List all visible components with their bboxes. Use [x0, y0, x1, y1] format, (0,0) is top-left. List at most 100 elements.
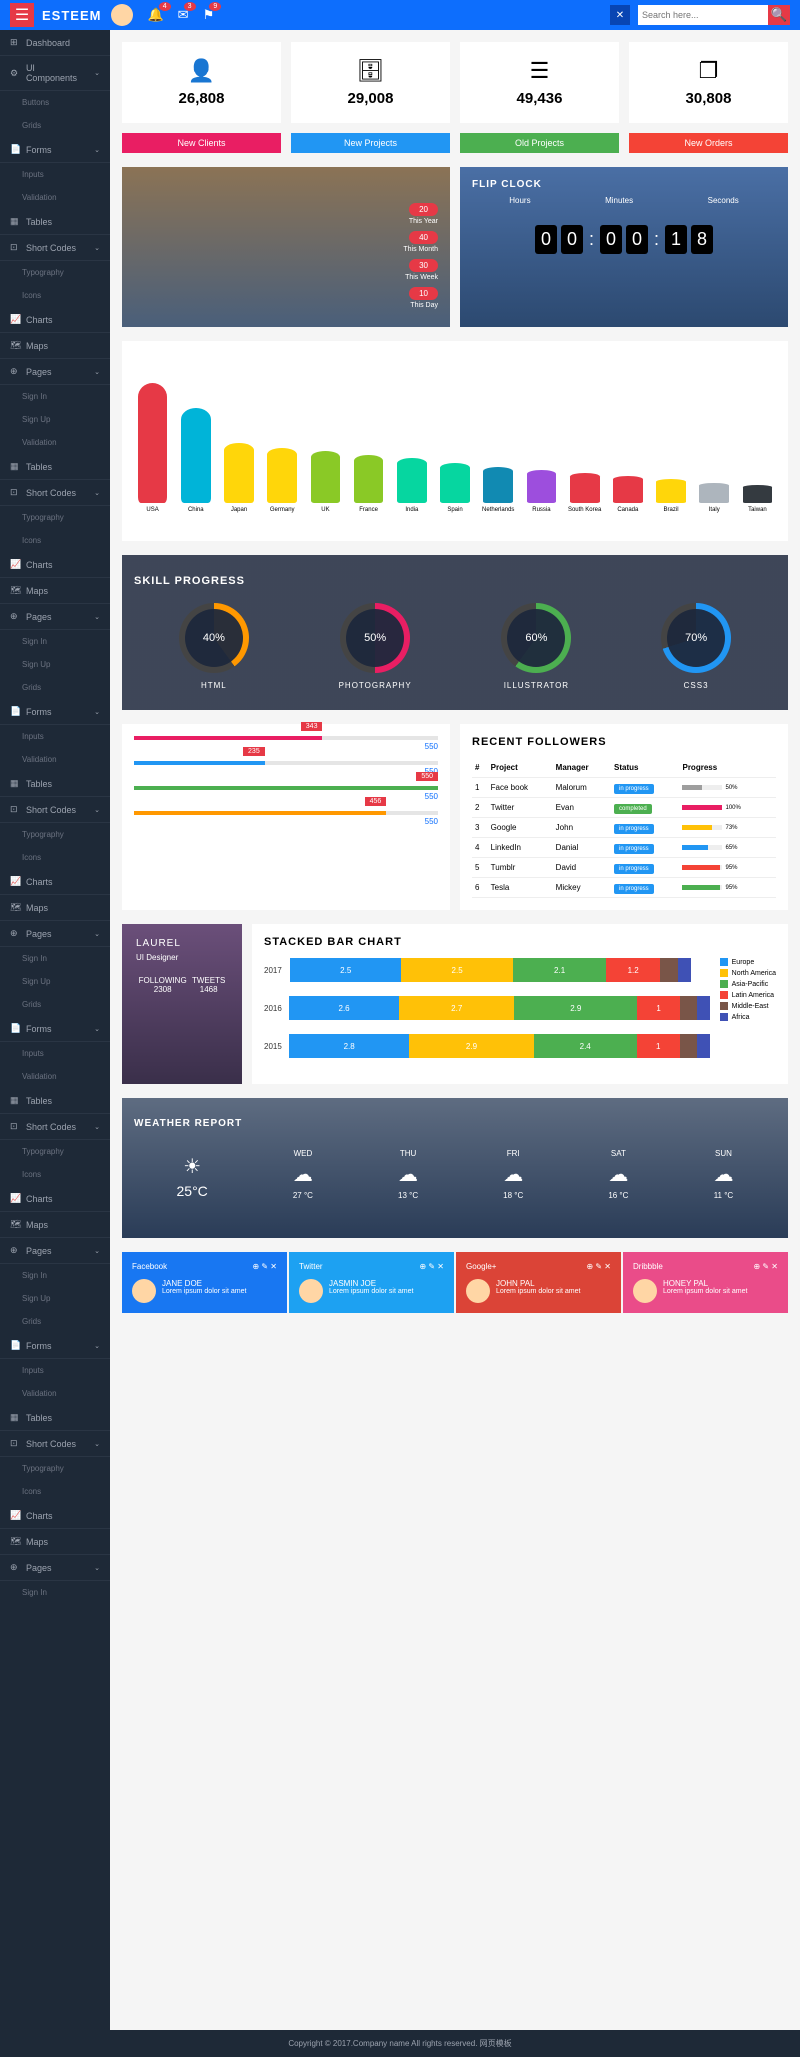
nav-subitem[interactable]: Grids: [0, 1310, 110, 1333]
nav-item[interactable]: ⊡Short Codes⌄: [0, 235, 110, 261]
nav-item[interactable]: ⊕Pages⌄: [0, 921, 110, 947]
nav-item[interactable]: 📈Charts: [0, 869, 110, 895]
nav-subitem[interactable]: Validation: [0, 1065, 110, 1088]
stat-label-button[interactable]: New Projects: [291, 133, 450, 153]
nav-item[interactable]: 📄Forms⌄: [0, 1333, 110, 1359]
nav-item[interactable]: ⊡Short Codes⌄: [0, 797, 110, 823]
nav-subitem[interactable]: Sign In: [0, 1581, 110, 1604]
nav-subitem[interactable]: Buttons: [0, 91, 110, 114]
nav-subitem[interactable]: Grids: [0, 993, 110, 1016]
table-header: Manager: [553, 758, 611, 778]
nav-item[interactable]: ⊕Pages⌄: [0, 1555, 110, 1581]
nav-item[interactable]: 📈Charts: [0, 1186, 110, 1212]
nav-subitem[interactable]: Sign In: [0, 1264, 110, 1287]
nav-subitem[interactable]: Sign Up: [0, 970, 110, 993]
social-card[interactable]: Twitter⊕ ✎ ✕JASMIN JOELorem ipsum dolor …: [289, 1252, 454, 1313]
stat-label-button[interactable]: New Orders: [629, 133, 788, 153]
nav-icon: ⊕: [10, 366, 20, 377]
nav-subitem[interactable]: Typography: [0, 823, 110, 846]
nav-label: Maps: [26, 1537, 48, 1547]
nav-item[interactable]: ▦Tables: [0, 1088, 110, 1114]
skill-name: CSS3: [661, 681, 731, 690]
nav-item[interactable]: 🗺Maps: [0, 1529, 110, 1555]
nav-item[interactable]: 🗺Maps: [0, 1212, 110, 1238]
nav-subitem[interactable]: Icons: [0, 1480, 110, 1503]
followers-title: RECENT FOLLOWERS: [472, 736, 776, 748]
day-temp: 27 °C: [293, 1191, 313, 1200]
social-card[interactable]: Facebook⊕ ✎ ✕JANE DOELorem ipsum dolor s…: [122, 1252, 287, 1313]
nav-subitem[interactable]: Sign Up: [0, 408, 110, 431]
stat-label-button[interactable]: New Clients: [122, 133, 281, 153]
nav-item[interactable]: 📄Forms⌄: [0, 1016, 110, 1042]
social-card[interactable]: Google+⊕ ✎ ✕JOHN PALLorem ipsum dolor si…: [456, 1252, 621, 1313]
social-icons[interactable]: ⊕ ✎ ✕: [252, 1262, 277, 1271]
clock-sep: :: [587, 225, 596, 254]
nav-subitem[interactable]: Grids: [0, 676, 110, 699]
nav-subitem[interactable]: Inputs: [0, 1359, 110, 1382]
nav-item[interactable]: ⊡Short Codes⌄: [0, 1114, 110, 1140]
nav-item[interactable]: ▦Tables: [0, 454, 110, 480]
nav-subitem[interactable]: Icons: [0, 1163, 110, 1186]
charts-row: LAUREL UI Designer FOLLOWING2308 TWEETS1…: [122, 924, 788, 1084]
nav-item[interactable]: ▦Tables: [0, 1405, 110, 1431]
bar3d: India: [393, 458, 430, 513]
nav-item[interactable]: ⊕Pages⌄: [0, 604, 110, 630]
nav-item[interactable]: ▦Tables: [0, 209, 110, 235]
nav-subitem[interactable]: Icons: [0, 529, 110, 552]
nav-subitem[interactable]: Sign In: [0, 385, 110, 408]
social-icons[interactable]: ⊕ ✎ ✕: [586, 1262, 611, 1271]
nav-subitem[interactable]: Sign In: [0, 947, 110, 970]
nav-item[interactable]: ⊞Dashboard: [0, 30, 110, 56]
nav-subitem[interactable]: Validation: [0, 748, 110, 771]
nav-subitem[interactable]: Typography: [0, 506, 110, 529]
bar3d-label: Russia: [532, 507, 550, 513]
nav-item[interactable]: ⚙UI Components⌄: [0, 56, 110, 91]
nav-subitem[interactable]: Inputs: [0, 725, 110, 748]
nav-item[interactable]: 📈Charts: [0, 552, 110, 578]
label-row: New Clients New Projects Old Projects New O…: [122, 133, 788, 153]
nav-item[interactable]: ⊡Short Codes⌄: [0, 480, 110, 506]
nav-item[interactable]: 📄Forms⌄: [0, 137, 110, 163]
mail-icon[interactable]: ✉3: [178, 7, 189, 23]
nav-subitem[interactable]: Inputs: [0, 163, 110, 186]
avatar[interactable]: [111, 4, 133, 26]
nav-subitem[interactable]: Icons: [0, 284, 110, 307]
social-card[interactable]: Dribbble⊕ ✎ ✕HONEY PALLorem ipsum dolor …: [623, 1252, 788, 1313]
nav-item[interactable]: ⊡Short Codes⌄: [0, 1431, 110, 1457]
nav-subitem[interactable]: Grids: [0, 114, 110, 137]
stat-label-button[interactable]: Old Projects: [460, 133, 619, 153]
nav-item[interactable]: 🗺Maps: [0, 895, 110, 921]
weather-today: ☀ 25°C: [177, 1150, 208, 1199]
nav-subitem[interactable]: Validation: [0, 186, 110, 209]
nav-subitem[interactable]: Typography: [0, 1457, 110, 1480]
nav-subitem[interactable]: Sign Up: [0, 1287, 110, 1310]
nav-item[interactable]: ⊕Pages⌄: [0, 359, 110, 385]
nav-subitem[interactable]: Validation: [0, 1382, 110, 1405]
bar3d-label: Taiwan: [748, 507, 767, 513]
skill-name: PHOTOGRAPHY: [339, 681, 412, 690]
nav-subitem[interactable]: Icons: [0, 846, 110, 869]
search-input[interactable]: [638, 5, 768, 25]
nav-subitem[interactable]: Sign In: [0, 630, 110, 653]
nav-item[interactable]: ⊕Pages⌄: [0, 1238, 110, 1264]
nav-item[interactable]: 🗺Maps: [0, 333, 110, 359]
social-icons[interactable]: ⊕ ✎ ✕: [753, 1262, 778, 1271]
nav-subitem[interactable]: Typography: [0, 261, 110, 284]
search-button[interactable]: 🔍: [768, 5, 790, 25]
nav-item[interactable]: 📄Forms⌄: [0, 699, 110, 725]
table-row: 3GoogleJohnin progress73%: [472, 818, 776, 838]
nav-item[interactable]: ▦Tables: [0, 771, 110, 797]
bar3d: USA: [134, 383, 171, 513]
bell-icon[interactable]: 🔔4: [147, 7, 163, 23]
nav-item[interactable]: 📈Charts: [0, 1503, 110, 1529]
nav-item[interactable]: 🗺Maps: [0, 578, 110, 604]
nav-subitem[interactable]: Inputs: [0, 1042, 110, 1065]
nav-item[interactable]: 📈Charts: [0, 307, 110, 333]
nav-subitem[interactable]: Validation: [0, 431, 110, 454]
nav-subitem[interactable]: Sign Up: [0, 653, 110, 676]
menu-toggle-button[interactable]: ☰: [10, 3, 34, 27]
nav-subitem[interactable]: Typography: [0, 1140, 110, 1163]
social-icons[interactable]: ⊕ ✎ ✕: [419, 1262, 444, 1271]
flag-icon[interactable]: ⚑9: [203, 7, 215, 23]
collapse-button[interactable]: ✕: [610, 5, 630, 25]
